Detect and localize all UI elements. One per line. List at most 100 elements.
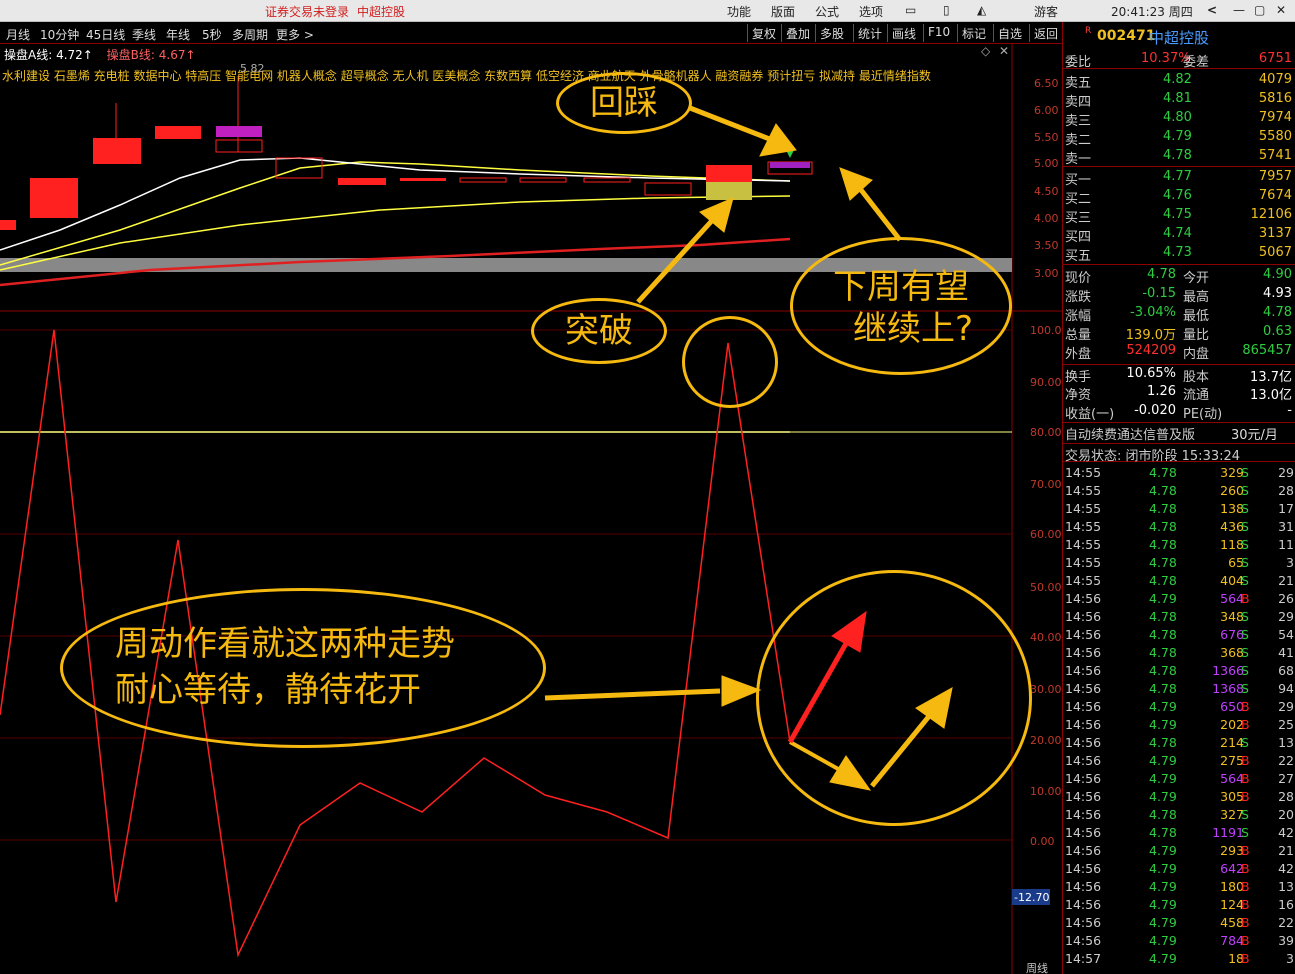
breakout-glow xyxy=(706,182,752,200)
tick-time: 14:55 xyxy=(1065,573,1102,588)
advice-line-1: 周动作看就这两种走势 xyxy=(115,624,455,664)
quote-panel: R 002471 中超控股 委比 10.37% 委差 6751 卖五 4.82 40… xyxy=(1062,22,1295,974)
bid-row[interactable]: 买三 4.75 12106 xyxy=(1063,206,1295,226)
breakout-callout: 突破 xyxy=(531,298,667,364)
tick-side: B xyxy=(1241,771,1250,786)
tick-count: 29 xyxy=(1278,465,1294,480)
promo-banner[interactable]: 自动续费通达信普及版 30元/月 xyxy=(1063,422,1295,443)
tick-row: 14:55 4.78 65 S 3 xyxy=(1063,554,1295,572)
bid-price: 4.73 xyxy=(1163,245,1192,260)
tick-price: 4.79 xyxy=(1149,753,1177,768)
stat-row: 总量 139.0万 量比 0.63 xyxy=(1063,323,1295,343)
stat-label: 最高 xyxy=(1183,290,1210,305)
tick-side: S xyxy=(1241,501,1249,516)
bid-row[interactable]: 买四 4.74 3137 xyxy=(1063,225,1295,245)
bid-volume: 12106 xyxy=(1250,207,1292,222)
candle xyxy=(30,178,78,218)
price-tick: 5.50 xyxy=(1034,131,1059,144)
maximize-icon[interactable]: ▢ xyxy=(1254,3,1265,17)
tick-row: 14:55 4.78 436 S 31 xyxy=(1063,518,1295,536)
tick-row: 14:56 4.78 327 S 20 xyxy=(1063,806,1295,824)
close-icon[interactable]: ✕ xyxy=(1276,3,1286,17)
tick-count: 13 xyxy=(1278,735,1294,750)
tick-price: 4.79 xyxy=(1149,879,1177,894)
stat-row: 外盘 524209 内盘 865457 xyxy=(1063,342,1295,362)
tick-time: 14:56 xyxy=(1065,681,1102,696)
tick-count: 94 xyxy=(1278,681,1294,696)
price-tick: 3.50 xyxy=(1034,239,1059,252)
tick-price: 4.78 xyxy=(1149,681,1177,696)
trading-terminal: 证券交易未登录 中超控股 功能 版面 公式 选项 ▭ ▯ ◭ 游客 20:41:… xyxy=(0,0,1295,974)
tick-time: 14:56 xyxy=(1065,663,1102,678)
tick-count: 21 xyxy=(1278,573,1294,588)
bid-row[interactable]: 买一 4.77 7957 xyxy=(1063,168,1295,188)
stat-label: 现价 xyxy=(1065,271,1092,286)
bid-book: 买一 4.77 7957 买二 4.76 7674 买三 4.75 12106 买四 4.74 313… xyxy=(1063,168,1295,265)
tick-side: B xyxy=(1241,861,1250,876)
back-icon[interactable]: < xyxy=(1207,3,1217,17)
stock-name[interactable]: 中超控股 xyxy=(1149,27,1209,48)
tick-volume: 1366 xyxy=(1212,663,1244,678)
bid-row[interactable]: 买二 4.76 7674 xyxy=(1063,187,1295,207)
ma-white-line xyxy=(0,157,791,251)
tick-price: 4.79 xyxy=(1149,933,1177,948)
tick-count: 17 xyxy=(1278,501,1294,516)
stat-value: 4.78 xyxy=(1147,267,1176,282)
bid-row[interactable]: 买五 4.73 5067 xyxy=(1063,244,1295,264)
stat-value: 0.63 xyxy=(1263,324,1292,339)
ask-row[interactable]: 卖四 4.81 5816 xyxy=(1063,90,1295,110)
tick-side: S xyxy=(1241,735,1249,750)
minimize-icon[interactable]: — xyxy=(1233,3,1245,17)
tick-row: 14:55 4.78 118 S 11 xyxy=(1063,536,1295,554)
quote-header: R 002471 中超控股 xyxy=(1063,26,1295,48)
chart-canvas[interactable]: 6.50 6.00 5.50 5.00 4.50 4.00 3.50 3.00 … xyxy=(0,0,1062,974)
stat-value: 1.26 xyxy=(1147,384,1176,399)
stat-row: 净资 1.26 流通 13.0亿 xyxy=(1063,383,1295,403)
bid-volume: 7957 xyxy=(1258,169,1292,184)
tick-list[interactable]: 14:55 4.78 329 S 29 14:55 4.78 260 S 28 14:55 4.78 1… xyxy=(1063,464,1295,974)
tick-count: 42 xyxy=(1278,861,1294,876)
tick-time: 14:55 xyxy=(1065,537,1102,552)
stat-label: PE(动) xyxy=(1183,407,1223,422)
tick-side: S xyxy=(1241,609,1249,624)
osc-current-value: -12.70 xyxy=(1014,891,1049,904)
osc-tick: 0.00 xyxy=(1030,835,1055,848)
tick-side: S xyxy=(1241,537,1249,552)
tick-price: 4.79 xyxy=(1149,861,1177,876)
tick-time: 14:55 xyxy=(1065,465,1102,480)
r-badge: R xyxy=(1085,26,1092,36)
stat-value: 10.65% xyxy=(1126,366,1176,381)
panel-close-icon[interactable]: ✕ xyxy=(999,44,1009,58)
tick-price: 4.79 xyxy=(1149,843,1177,858)
stock-code: 002471 xyxy=(1097,28,1156,44)
ask-row[interactable]: 卖五 4.82 4079 xyxy=(1063,71,1295,91)
tick-time: 14:56 xyxy=(1065,933,1102,948)
tick-time: 14:56 xyxy=(1065,645,1102,660)
stat-label: 量比 xyxy=(1183,328,1210,343)
ask-row[interactable]: 卖一 4.78 5741 xyxy=(1063,147,1295,167)
period-label: 周线 xyxy=(1026,961,1048,974)
panel-option-icon[interactable]: ◇ xyxy=(981,44,990,58)
tick-price: 4.79 xyxy=(1149,699,1177,714)
candle xyxy=(155,126,201,139)
tick-row: 14:56 4.79 202 B 25 xyxy=(1063,716,1295,734)
tick-count: 22 xyxy=(1278,915,1294,930)
ask-row[interactable]: 卖二 4.79 5580 xyxy=(1063,128,1295,148)
tick-price: 4.79 xyxy=(1149,717,1177,732)
price-tick: 4.50 xyxy=(1034,185,1059,198)
ask-label: 卖五 xyxy=(1065,76,1092,91)
ask-row[interactable]: 卖三 4.80 7974 xyxy=(1063,109,1295,129)
tick-time: 14:55 xyxy=(1065,519,1102,534)
tick-count: 22 xyxy=(1278,753,1294,768)
tick-side: B xyxy=(1241,879,1250,894)
tick-side: S xyxy=(1241,825,1249,840)
tick-count: 26 xyxy=(1278,591,1294,606)
tick-price: 4.78 xyxy=(1149,645,1177,660)
price-tick: 6.50 xyxy=(1034,77,1059,90)
candle xyxy=(519,177,567,183)
ask-label: 卖四 xyxy=(1065,95,1092,110)
stat-value: -0.15 xyxy=(1142,286,1176,301)
price-tick: 5.00 xyxy=(1034,157,1059,170)
price-tick: 6.00 xyxy=(1034,104,1059,117)
line-a-value: 操盘A线: 4.72↑ xyxy=(4,48,93,62)
